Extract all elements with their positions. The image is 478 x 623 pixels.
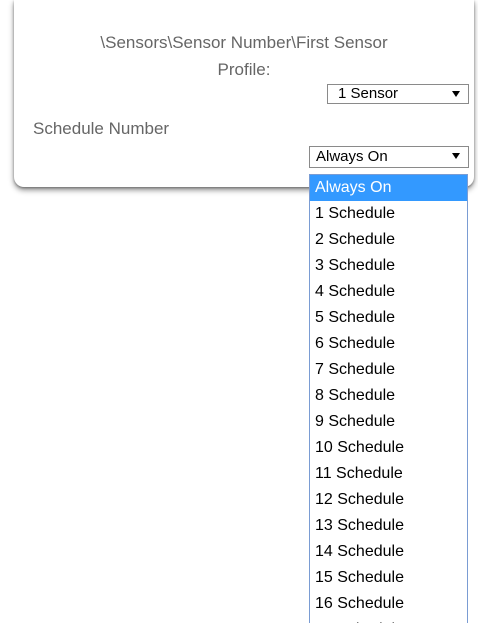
schedule-options-list[interactable]: Always On 1 Schedule 2 Schedule 3 Schedule 4…: [309, 174, 468, 623]
schedule-option[interactable]: 13 Schedule: [310, 513, 467, 539]
schedule-option[interactable]: 4 Schedule: [310, 279, 467, 305]
schedule-number-select[interactable]: Always On: [309, 146, 469, 168]
profile-label: Profile:: [217, 60, 271, 79]
schedule-option[interactable]: 7 Schedule: [310, 357, 467, 383]
schedule-option[interactable]: 17 Schedule: [310, 617, 467, 623]
schedule-option[interactable]: 1 Schedule: [310, 201, 467, 227]
schedule-number-value: Always On: [316, 148, 388, 165]
schedule-option[interactable]: 2 Schedule: [310, 227, 467, 253]
schedule-option[interactable]: 9 Schedule: [310, 409, 467, 435]
sensor-profile-value: 1 Sensor: [338, 85, 399, 102]
schedule-option[interactable]: 6 Schedule: [310, 331, 467, 357]
sensor-path-text: \Sensors\Sensor Number\First Sensor: [100, 33, 388, 52]
profile-path-heading: \Sensors\Sensor Number\First Sensor Prof…: [14, 29, 474, 83]
schedule-option[interactable]: 3 Schedule: [310, 253, 467, 279]
schedule-option[interactable]: 10 Schedule: [310, 435, 467, 461]
schedule-option[interactable]: 11 Schedule: [310, 461, 467, 487]
schedule-number-label: Schedule Number: [33, 119, 170, 138]
schedule-option[interactable]: 16 Schedule: [310, 591, 467, 617]
chevron-down-icon: [452, 153, 460, 159]
chevron-down-icon: [452, 91, 460, 97]
schedule-option[interactable]: 14 Schedule: [310, 539, 467, 565]
schedule-option[interactable]: 5 Schedule: [310, 305, 467, 331]
sensor-profile-select[interactable]: 1 Sensor: [327, 84, 469, 104]
schedule-option[interactable]: 15 Schedule: [310, 565, 467, 591]
schedule-option[interactable]: 12 Schedule: [310, 487, 467, 513]
schedule-option[interactable]: 8 Schedule: [310, 383, 467, 409]
schedule-option[interactable]: Always On: [310, 175, 467, 201]
